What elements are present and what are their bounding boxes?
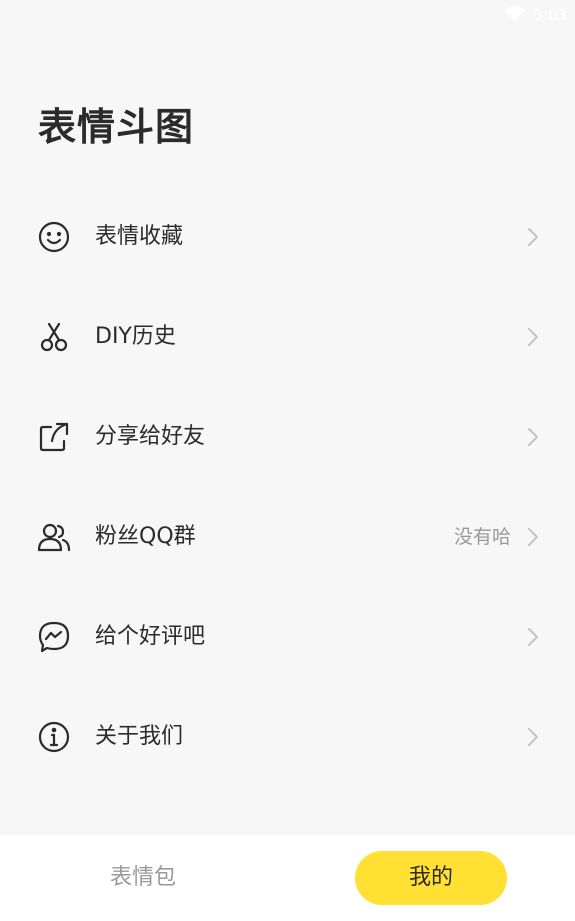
wifi-icon [505,6,525,22]
page-title: 表情斗图 [38,105,195,149]
chevron-right-icon [526,326,540,348]
bottom-tab-bar: 表情包 我的 [0,835,575,921]
menu-item-qq-group[interactable]: 粉丝QQ群 没有哈 [0,487,575,587]
menu-item-label: 分享给好友 [95,424,206,449]
menu-item-share[interactable]: 分享给好友 [0,387,575,487]
smile-icon [37,220,71,254]
messenger-icon [37,620,71,654]
chevron-right-icon [526,526,540,548]
status-time: 5:03 [533,6,567,24]
settings-menu: 表情收藏 DIY历史 分享给好友 粉丝QQ群 没有哈 给个好评吧 关于我们 [0,187,575,787]
menu-item-about[interactable]: 关于我们 [0,687,575,787]
menu-item-extra: 没有哈 [453,526,511,548]
tab-emoji-packs[interactable]: 表情包 [72,851,214,905]
menu-item-rate[interactable]: 给个好评吧 [0,587,575,687]
chevron-right-icon [526,226,540,248]
menu-item-label: 粉丝QQ群 [95,524,196,549]
users-icon [37,520,71,554]
tab-mine[interactable]: 我的 [355,851,507,905]
menu-item-label: 给个好评吧 [95,624,206,649]
menu-item-favorites[interactable]: 表情收藏 [0,187,575,287]
status-bar: 5:03 [0,0,575,30]
menu-item-label: 关于我们 [95,724,184,749]
info-icon [37,720,71,754]
share-icon [37,420,71,454]
chevron-right-icon [526,726,540,748]
chevron-right-icon [526,626,540,648]
scissors-icon [37,320,71,354]
menu-item-label: 表情收藏 [95,224,184,249]
menu-item-diy-history[interactable]: DIY历史 [0,287,575,387]
menu-item-label: DIY历史 [95,324,176,349]
chevron-right-icon [526,426,540,448]
